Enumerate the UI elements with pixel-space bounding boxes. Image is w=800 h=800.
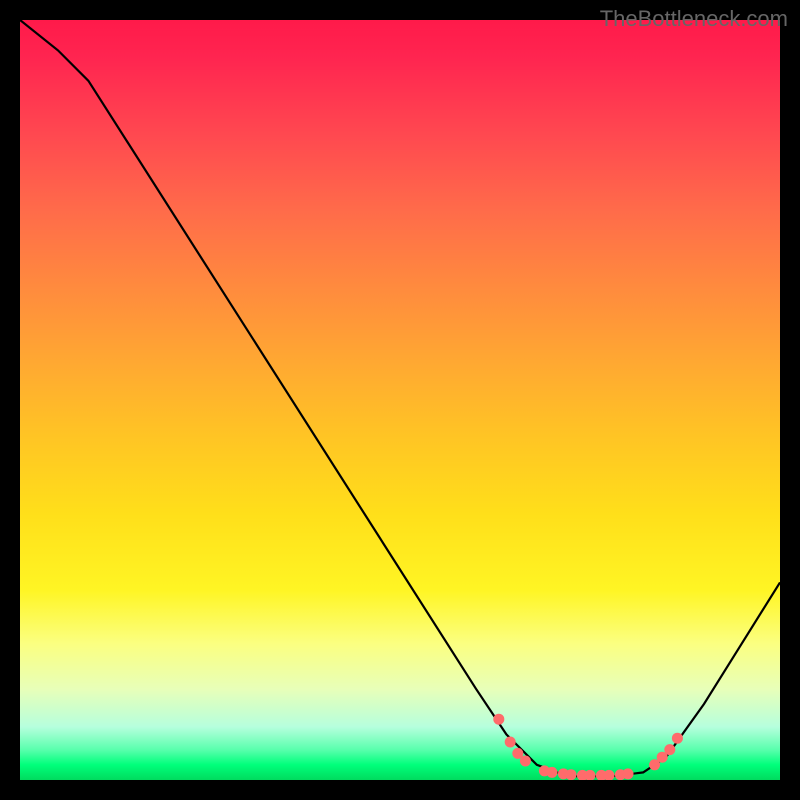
chart-background-gradient bbox=[20, 20, 780, 780]
chart-plot-area bbox=[20, 20, 780, 780]
watermark-text: TheBottleneck.com bbox=[600, 6, 788, 32]
